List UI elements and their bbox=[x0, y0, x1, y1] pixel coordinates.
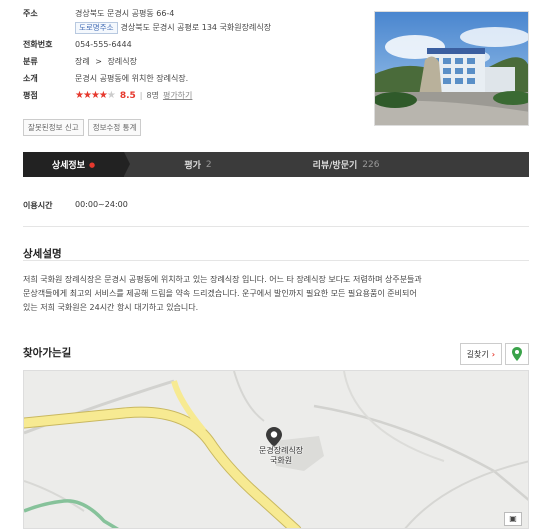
rate-link[interactable]: 평가하기 bbox=[163, 90, 192, 102]
tab-reviews[interactable]: 리뷰/방문기 226 bbox=[272, 152, 420, 177]
divider bbox=[23, 260, 529, 261]
star-filled-icon: ★ bbox=[75, 90, 84, 101]
rating-label: 평점 bbox=[23, 91, 38, 100]
star-filled-icon: ★ bbox=[98, 90, 108, 101]
description-line: 문상객들에게 최고의 서비스를 제공해 드림을 약속 드리겠습니다. 운구에서 … bbox=[23, 289, 417, 298]
rating-separator: | bbox=[139, 91, 143, 100]
intro-label: 소개 bbox=[23, 74, 38, 83]
detail-tabs: 상세정보 ● 평가 2 리뷰/방문기 226 bbox=[23, 152, 529, 177]
hours-row: 이용시간 00:00~24:00 bbox=[23, 200, 128, 211]
phone-row: 전화번호 054-555-6444 bbox=[23, 39, 353, 51]
address-row: 주소 경상북도 문경시 공평동 66-4 bbox=[23, 8, 353, 20]
info-actions: 잘못된정보 신고 정보수정 통계 bbox=[23, 119, 142, 136]
tab-rating-count: 2 bbox=[205, 159, 212, 170]
route-button-label: 길찾기 bbox=[466, 349, 489, 359]
location-map[interactable]: 문경장례식장 국화원 ▣ bbox=[23, 370, 529, 529]
star-empty-icon: ★ bbox=[106, 90, 116, 101]
place-info: 주소 경상북도 문경시 공평동 66-4 도로명주소 경상북도 문경시 공평로 … bbox=[23, 8, 353, 107]
map-place-label: 문경장례식장 국화원 bbox=[259, 446, 303, 466]
road-address-row: 도로명주소 경상북도 문경시 공평로 134 국화원장례식장 bbox=[75, 22, 353, 34]
rating-stars: ★★★★★ bbox=[75, 90, 116, 102]
description-line: 저희 국화원 장례식장은 문경시 공평동에 위치하고 있는 장례식장 입니다. … bbox=[23, 275, 422, 284]
edit-history-button[interactable]: 정보수정 통계 bbox=[87, 119, 142, 136]
star-filled-icon: ★ bbox=[90, 90, 100, 101]
phone-value[interactable]: 054-555-6444 bbox=[75, 39, 132, 51]
road-address-value: 경상북도 문경시 공평로 134 국화원장례식장 bbox=[120, 23, 272, 32]
tab-reviews-label: 리뷰/방문기 bbox=[312, 161, 358, 171]
category-separator: > bbox=[95, 57, 102, 66]
detail-title: 상세설명 bbox=[23, 248, 62, 260]
detail-description: 저희 국화원 장례식장은 문경시 공평동에 위치하고 있는 장례식장 입니다. … bbox=[23, 273, 529, 315]
divider bbox=[23, 226, 529, 227]
map-label-line: 문경장례식장 bbox=[259, 446, 304, 455]
category-row: 분류 장례 > 장례식장 bbox=[23, 56, 353, 68]
place-photo[interactable] bbox=[374, 11, 529, 126]
address-label: 주소 bbox=[23, 9, 38, 18]
category-parent[interactable]: 장례 bbox=[75, 57, 90, 66]
description-line: 있는 저희 국화원은 24시간 항시 대기하고 있습니다. bbox=[23, 303, 199, 312]
map-expand-icon[interactable]: ▣ bbox=[504, 512, 522, 526]
map-actions: 길찾기 › bbox=[459, 343, 529, 365]
location-pin-button[interactable] bbox=[505, 343, 529, 365]
intro-row: 소개 문경시 공평동에 위치한 장례식장. bbox=[23, 73, 353, 85]
hours-label: 이용시간 bbox=[23, 201, 53, 210]
building-photo bbox=[375, 12, 528, 125]
category-child[interactable]: 장례식장 bbox=[108, 57, 137, 66]
route-button[interactable]: 길찾기 › bbox=[459, 343, 502, 365]
hours-value: 00:00~24:00 bbox=[75, 200, 128, 209]
intro-value: 문경시 공평동에 위치한 장례식장. bbox=[75, 74, 189, 83]
tab-reviews-count: 226 bbox=[362, 159, 380, 170]
rating-row: 평점 ★★★★★ 8.5 | 8명 평가하기 bbox=[23, 90, 353, 102]
tab-detail[interactable]: 상세정보 ● bbox=[23, 152, 130, 177]
report-button[interactable]: 잘못된정보 신고 bbox=[23, 119, 84, 136]
tab-detail-label: 상세정보 bbox=[51, 161, 85, 171]
phone-label: 전화번호 bbox=[23, 40, 53, 49]
rating-count: 8명 bbox=[146, 91, 159, 100]
category-label: 분류 bbox=[23, 57, 38, 66]
rating-score: 8.5 bbox=[119, 91, 136, 101]
address-value: 경상북도 문경시 공평동 66-4 bbox=[75, 9, 175, 18]
map-pin-icon bbox=[512, 347, 522, 361]
chevron-right-icon: › bbox=[491, 349, 495, 359]
star-filled-icon: ★ bbox=[82, 90, 92, 101]
active-dot-icon: ● bbox=[89, 160, 96, 169]
road-address-tag: 도로명주소 bbox=[75, 22, 118, 34]
tab-rating-label: 평가 bbox=[184, 161, 201, 171]
directions-title: 찾아가는길 bbox=[23, 347, 72, 359]
tab-rating[interactable]: 평가 2 bbox=[124, 152, 272, 177]
map-label-line: 국화원 bbox=[270, 456, 293, 465]
